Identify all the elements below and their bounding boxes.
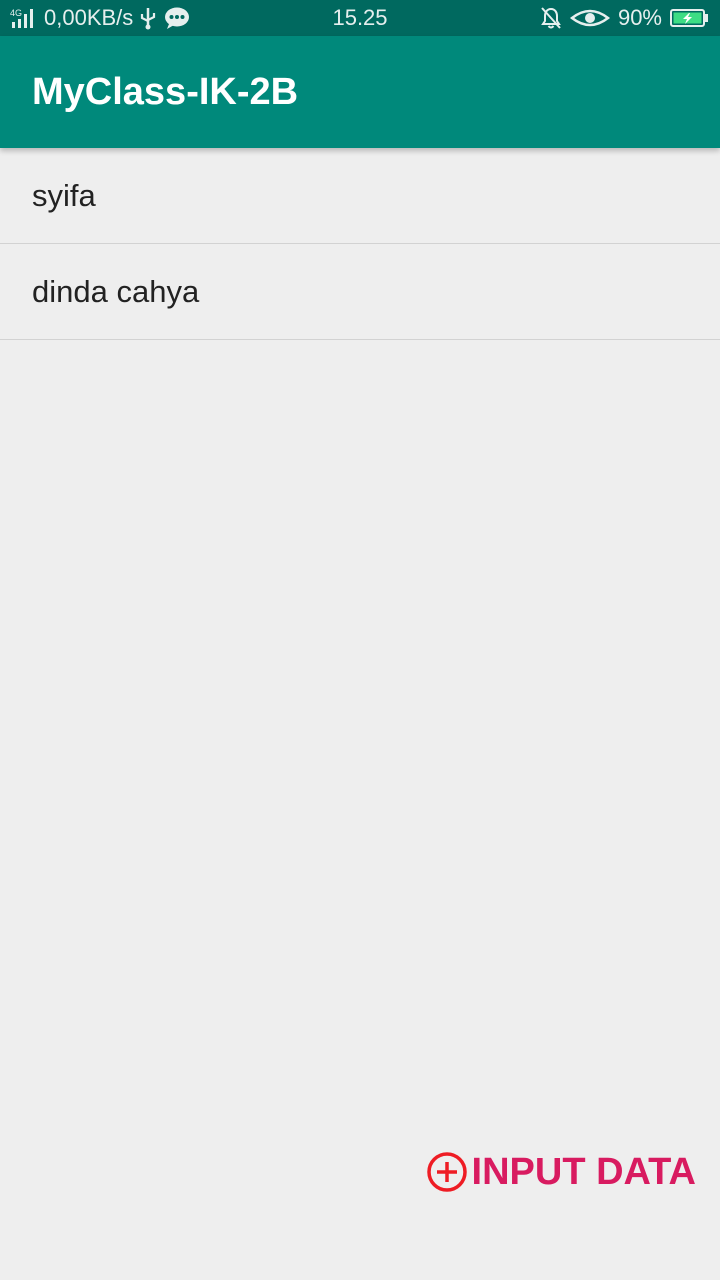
clock: 15.25	[332, 5, 388, 30]
network-type-label: 4G	[10, 8, 22, 18]
status-bar: 4G 0,00KB/s 15.25 90%	[0, 0, 720, 36]
battery-charging-icon	[670, 8, 710, 28]
student-list: syifa dinda cahya	[0, 148, 720, 340]
list-item[interactable]: syifa	[0, 148, 720, 244]
bell-off-icon	[540, 6, 562, 30]
input-data-button[interactable]: INPUT DATA	[426, 1148, 696, 1196]
add-circle-icon	[426, 1151, 468, 1193]
data-speed: 0,00KB/s	[44, 5, 134, 30]
battery-percent: 90%	[617, 5, 662, 30]
usb-icon	[139, 6, 157, 30]
status-left: 4G 0,00KB/s	[10, 0, 191, 36]
app-title: MyClass-IK-2B	[32, 70, 299, 113]
app-bar: MyClass-IK-2B	[0, 36, 720, 148]
chat-icon	[163, 6, 191, 30]
status-right: 90%	[540, 0, 710, 36]
input-data-label: INPUT DATA	[471, 1150, 696, 1193]
signal-icon: 4G	[10, 7, 38, 29]
eye-icon	[569, 7, 610, 29]
list-item[interactable]: dinda cahya	[0, 244, 720, 340]
